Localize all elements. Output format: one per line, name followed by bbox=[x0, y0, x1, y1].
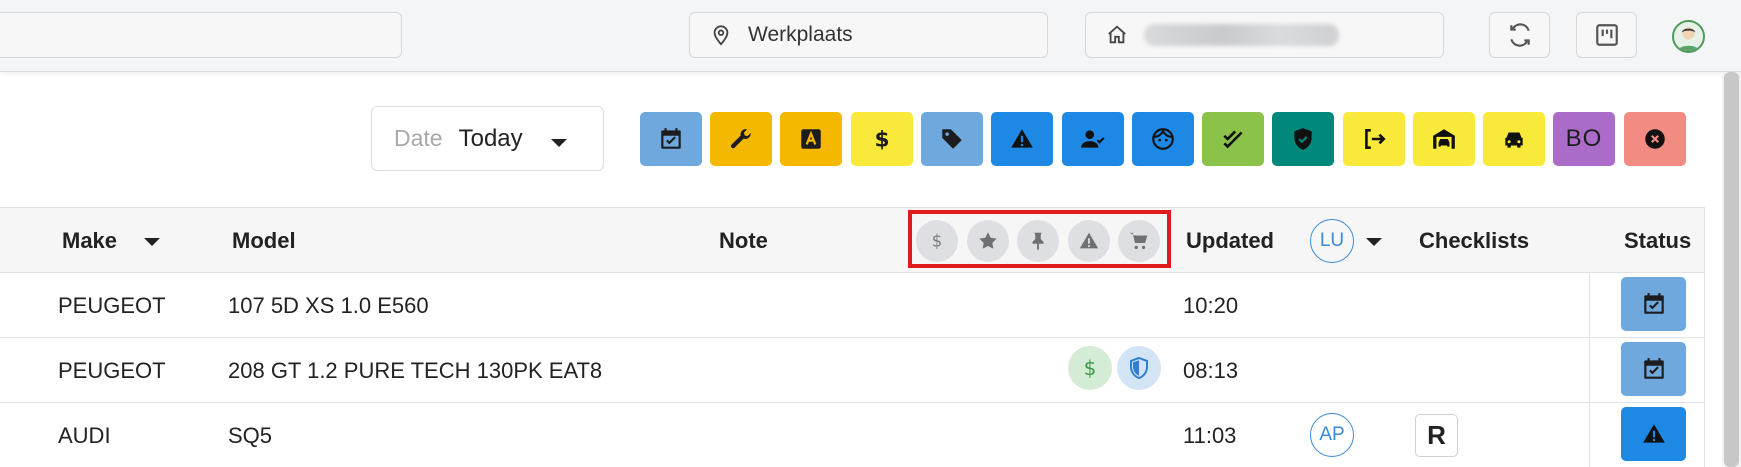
filter-shield-button[interactable] bbox=[1272, 112, 1334, 166]
filter-car-button[interactable] bbox=[1483, 112, 1545, 166]
tag-icon bbox=[942, 129, 962, 149]
cell-updated: 10:20 bbox=[1183, 293, 1239, 318]
filter-face-button[interactable] bbox=[1132, 112, 1194, 166]
exit-icon bbox=[1365, 129, 1386, 149]
a-badge-icon bbox=[801, 129, 821, 149]
calendar-check-icon bbox=[661, 128, 681, 149]
filter-a-button[interactable] bbox=[780, 112, 842, 166]
cell-make: AUDI bbox=[58, 423, 111, 448]
status-button[interactable] bbox=[1621, 277, 1686, 331]
cell-make: PEUGEOT bbox=[58, 358, 166, 383]
car-icon bbox=[1505, 132, 1523, 148]
calendar-check-icon bbox=[1643, 358, 1664, 379]
location-selector[interactable]: Werkplaats bbox=[689, 12, 1048, 58]
caret-down-icon[interactable] bbox=[1366, 238, 1382, 246]
kanban-icon bbox=[1595, 24, 1618, 46]
location-label: Werkplaats bbox=[748, 23, 853, 46]
filter-cancel-button[interactable] bbox=[1624, 112, 1686, 166]
search-input[interactable] bbox=[0, 12, 402, 58]
status-button[interactable] bbox=[1621, 407, 1686, 461]
highlight-box bbox=[908, 210, 1171, 268]
company-name-blurred bbox=[1144, 24, 1339, 46]
warning-icon bbox=[1642, 424, 1665, 443]
user-check-icon bbox=[1081, 130, 1105, 148]
dollar-icon: $ bbox=[874, 128, 889, 152]
garage-icon bbox=[1433, 129, 1455, 149]
caret-down-icon[interactable] bbox=[144, 238, 160, 246]
checklist-badge[interactable]: R bbox=[1415, 414, 1458, 457]
filter-user-check-button[interactable] bbox=[1062, 112, 1124, 166]
refresh-icon bbox=[1509, 23, 1530, 47]
user-avatar[interactable] bbox=[1672, 20, 1705, 53]
dollar-icon: $ bbox=[1084, 356, 1097, 380]
scrollbar-thumb[interactable] bbox=[1724, 72, 1739, 467]
col-make[interactable]: Make bbox=[62, 228, 117, 254]
filter-bo-button[interactable]: BO bbox=[1553, 112, 1615, 166]
wrench-icon bbox=[731, 129, 751, 149]
filter-dollar-button[interactable]: $ bbox=[851, 112, 913, 166]
date-value: Today bbox=[458, 124, 523, 152]
filter-garage-button[interactable] bbox=[1413, 112, 1475, 166]
table-row[interactable]: PEUGEOT 208 GT 1.2 PURE TECH 130PK EAT8 … bbox=[0, 338, 1704, 403]
shield-note-icon[interactable] bbox=[1117, 346, 1161, 390]
table-row[interactable]: PEUGEOT 107 5D XS 1.0 E560 10:20 bbox=[0, 273, 1704, 338]
double-check-icon bbox=[1223, 130, 1243, 149]
refresh-button[interactable] bbox=[1489, 12, 1550, 58]
cell-model: 107 5D XS 1.0 E560 bbox=[228, 293, 429, 318]
cell-updated: 08:13 bbox=[1183, 358, 1239, 383]
filter-calendar-button[interactable] bbox=[640, 112, 702, 166]
price-note-icon[interactable]: $ bbox=[1068, 346, 1112, 390]
date-selector[interactable]: Date Today bbox=[371, 106, 604, 171]
svg-text:$: $ bbox=[1084, 356, 1097, 380]
filter-warning-button[interactable] bbox=[991, 112, 1053, 166]
col-checklists[interactable]: Checklists bbox=[1419, 228, 1529, 254]
cell-make: PEUGEOT bbox=[58, 293, 166, 318]
date-label: Date bbox=[394, 125, 443, 151]
user-filter-badge[interactable]: LU bbox=[1310, 219, 1354, 263]
calendar-check-icon bbox=[1643, 293, 1664, 314]
filter-tag-button[interactable] bbox=[921, 112, 983, 166]
cell-model: 208 GT 1.2 PURE TECH 130PK EAT8 bbox=[228, 358, 603, 383]
filter-exit-button[interactable] bbox=[1343, 112, 1405, 166]
location-pin-icon bbox=[710, 24, 732, 46]
filter-double-check-button[interactable] bbox=[1202, 112, 1264, 166]
col-updated[interactable]: Updated bbox=[1186, 228, 1274, 254]
company-selector[interactable] bbox=[1085, 12, 1444, 58]
shield-check-icon bbox=[1294, 128, 1312, 150]
caret-down-icon bbox=[551, 139, 567, 147]
cancel-icon bbox=[1645, 129, 1665, 149]
board-button[interactable] bbox=[1576, 12, 1637, 58]
warning-icon bbox=[1011, 129, 1033, 148]
top-bar: Werkplaats bbox=[0, 0, 1741, 72]
col-note[interactable]: Note bbox=[719, 228, 768, 254]
table-header: Make Model Note Updated Checklists Statu… bbox=[0, 208, 1704, 273]
status-button[interactable] bbox=[1621, 342, 1686, 396]
filter-wrench-button[interactable] bbox=[710, 112, 772, 166]
assigned-user-badge[interactable]: AP bbox=[1310, 413, 1354, 457]
home-icon bbox=[1106, 24, 1128, 46]
cell-model: SQ5 bbox=[228, 423, 273, 448]
col-status[interactable]: Status bbox=[1624, 228, 1691, 254]
svg-text:$: $ bbox=[874, 128, 889, 152]
shield-icon bbox=[1130, 356, 1148, 380]
face-icon bbox=[1152, 128, 1174, 150]
cell-updated: 11:03 bbox=[1183, 423, 1237, 448]
bo-label: BO bbox=[1565, 125, 1603, 152]
col-model[interactable]: Model bbox=[232, 228, 296, 254]
